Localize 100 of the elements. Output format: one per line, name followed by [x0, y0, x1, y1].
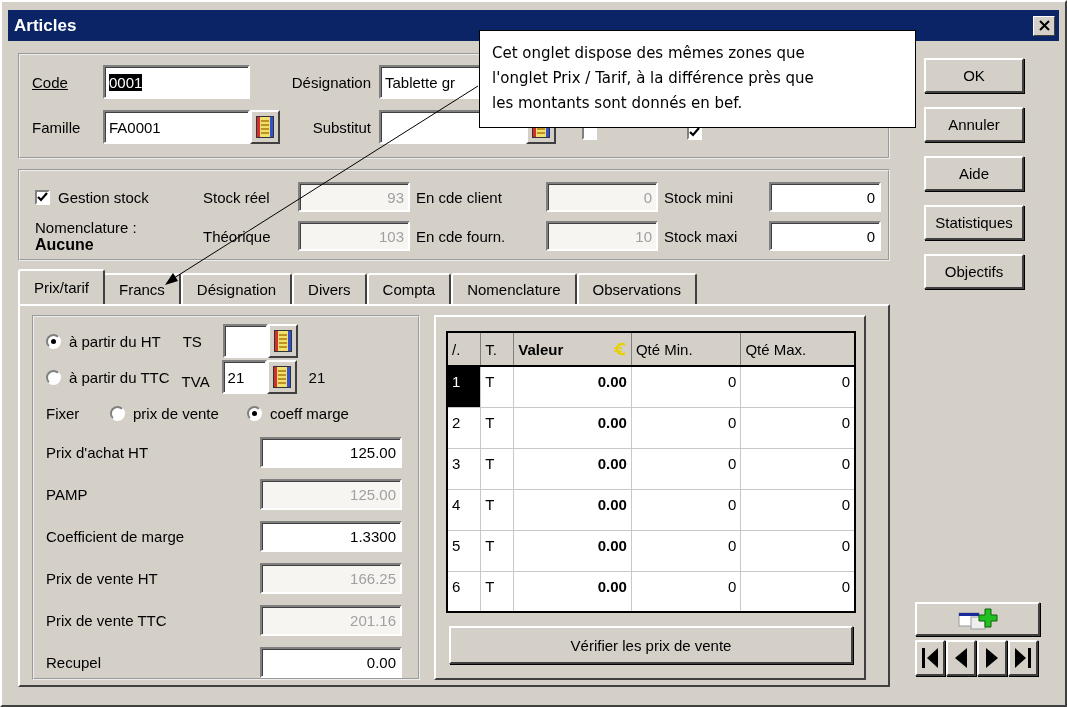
column-header: T. — [480, 332, 514, 366]
field-label: Stock maxi — [664, 227, 739, 245]
radio-button[interactable] — [46, 333, 61, 349]
input-field[interactable]: 125.00 — [260, 436, 402, 468]
dialog-button[interactable]: Objectifs — [924, 254, 1024, 289]
field-label: Code — [32, 73, 68, 91]
input-field[interactable]: 0 — [769, 182, 881, 212]
input-field[interactable]: 0.00 — [260, 646, 402, 678]
input-field[interactable]: 0 — [769, 221, 881, 251]
euro-icon — [612, 342, 627, 356]
radio-label: à partir du TTC — [69, 368, 170, 386]
field-label: PAMP — [46, 485, 88, 503]
callout-tooltip: Cet onglet dispose des mêmes zones que l'onglet Prix / Tarif, à la différence près que les montants sont donnés en bef. — [479, 30, 916, 128]
row-header-cell[interactable]: 1 — [447, 366, 481, 407]
field-label: Désignation — [290, 73, 372, 91]
radio-button[interactable] — [46, 369, 61, 385]
tab[interactable]: Francs — [103, 273, 181, 304]
table-cell: 0 — [740, 366, 855, 407]
field-label: Recupel — [46, 653, 102, 671]
field-label: Stock réel — [203, 188, 271, 206]
field-label: Prix de vente HT — [46, 569, 158, 587]
dialog-button[interactable]: Aide — [924, 156, 1024, 191]
row-header-cell[interactable]: 5 — [447, 530, 481, 571]
table-cell: 0 — [740, 571, 855, 612]
table-cell: 0 — [631, 530, 741, 571]
field-label: Famille — [32, 118, 82, 136]
table-cell: 0 — [740, 407, 855, 448]
field-label: TVA — [181, 371, 211, 390]
radio-label: coeff marge — [269, 404, 349, 422]
radio-button[interactable] — [110, 405, 125, 421]
row-header-cell[interactable]: 3 — [447, 448, 481, 489]
nav-button[interactable] — [946, 640, 976, 676]
radio-label: prix de vente — [133, 404, 219, 422]
checkbox[interactable] — [35, 189, 50, 205]
lookup-button[interactable] — [267, 324, 298, 358]
field-label: Nomenclature : — [35, 219, 138, 236]
tab[interactable]: Divers — [292, 273, 367, 304]
input-field[interactable]: 1.3300 — [260, 520, 402, 552]
radio-label: à partir du HT — [69, 332, 161, 350]
table-cell: 0 — [631, 366, 741, 407]
table-cell: 0.00 — [513, 407, 632, 448]
tab[interactable]: Désignation — [180, 273, 293, 304]
row-header-cell[interactable]: 2 — [447, 407, 481, 448]
field-value: Aucune — [35, 236, 95, 253]
field-label: Prix d'achat HT — [46, 443, 149, 461]
dialog-button[interactable]: OK — [924, 58, 1024, 93]
nav-button[interactable] — [1008, 640, 1038, 676]
table-cell: 0.00 — [513, 366, 632, 407]
verify-button[interactable]: Vérifier les prix de vente — [449, 626, 853, 664]
notebook-icon — [273, 330, 292, 352]
row-header-cell[interactable]: 6 — [447, 571, 481, 612]
field-label: Substitut — [311, 118, 372, 136]
checkbox-label: Gestion stock — [58, 188, 149, 206]
table-cell: 0 — [740, 448, 855, 489]
close-icon — [1038, 20, 1050, 31]
field-label: En cde client — [416, 188, 503, 206]
field-label: Coefficient de marge — [46, 527, 185, 545]
window-title: Articles — [14, 15, 77, 36]
nav-button[interactable] — [977, 640, 1007, 676]
lookup-button[interactable] — [266, 360, 297, 394]
table-cell: 0.00 — [513, 571, 632, 612]
tab[interactable]: Observations — [576, 273, 697, 304]
table-cell: 0 — [631, 571, 741, 612]
table-cell: 0.00 — [513, 448, 632, 489]
table-cell: 0.00 — [513, 489, 632, 530]
row-header-cell[interactable]: 4 — [447, 489, 481, 530]
input-field[interactable]: 21 — [221, 360, 267, 394]
table-cell: 0 — [631, 407, 741, 448]
column-title: Valeur — [518, 340, 564, 358]
nav-button[interactable] — [915, 640, 945, 676]
window-plus-icon — [956, 607, 999, 631]
table-cell: 0.00 — [513, 530, 632, 571]
dialog-button[interactable]: Annuler — [924, 107, 1024, 142]
table-cell: 0 — [631, 489, 741, 530]
input-field[interactable]: 0001 — [103, 65, 250, 99]
field-label: Stock mini — [664, 188, 735, 206]
rate-value: 21 — [308, 368, 326, 386]
column-header: /. — [447, 332, 481, 366]
field-label: En cde fourn. — [416, 227, 507, 245]
input-field[interactable]: FA0001 — [103, 110, 250, 144]
table-cell: 0 — [740, 530, 855, 571]
first-icon — [922, 648, 938, 668]
tab[interactable]: Compta — [366, 273, 452, 304]
lookup-button[interactable] — [250, 110, 280, 144]
field-label: TS — [182, 332, 203, 350]
field-label: Fixer — [46, 404, 81, 422]
dialog-button[interactable]: Statistiques — [924, 205, 1024, 240]
input-field[interactable] — [222, 324, 268, 358]
new-record-button[interactable] — [915, 602, 1040, 636]
notebook-icon — [256, 116, 274, 138]
notebook-icon — [272, 366, 291, 388]
close-button[interactable] — [1033, 15, 1055, 36]
radio-button[interactable] — [246, 405, 262, 421]
next-icon — [986, 648, 998, 668]
field-label: Prix de vente TTC — [46, 611, 167, 629]
previous-icon — [955, 648, 967, 668]
column-header: Qté Min. — [631, 332, 741, 366]
tab[interactable]: Nomenclature — [451, 273, 577, 304]
tab[interactable]: Prix/tarif — [18, 269, 105, 304]
table-cell: 0 — [631, 448, 741, 489]
